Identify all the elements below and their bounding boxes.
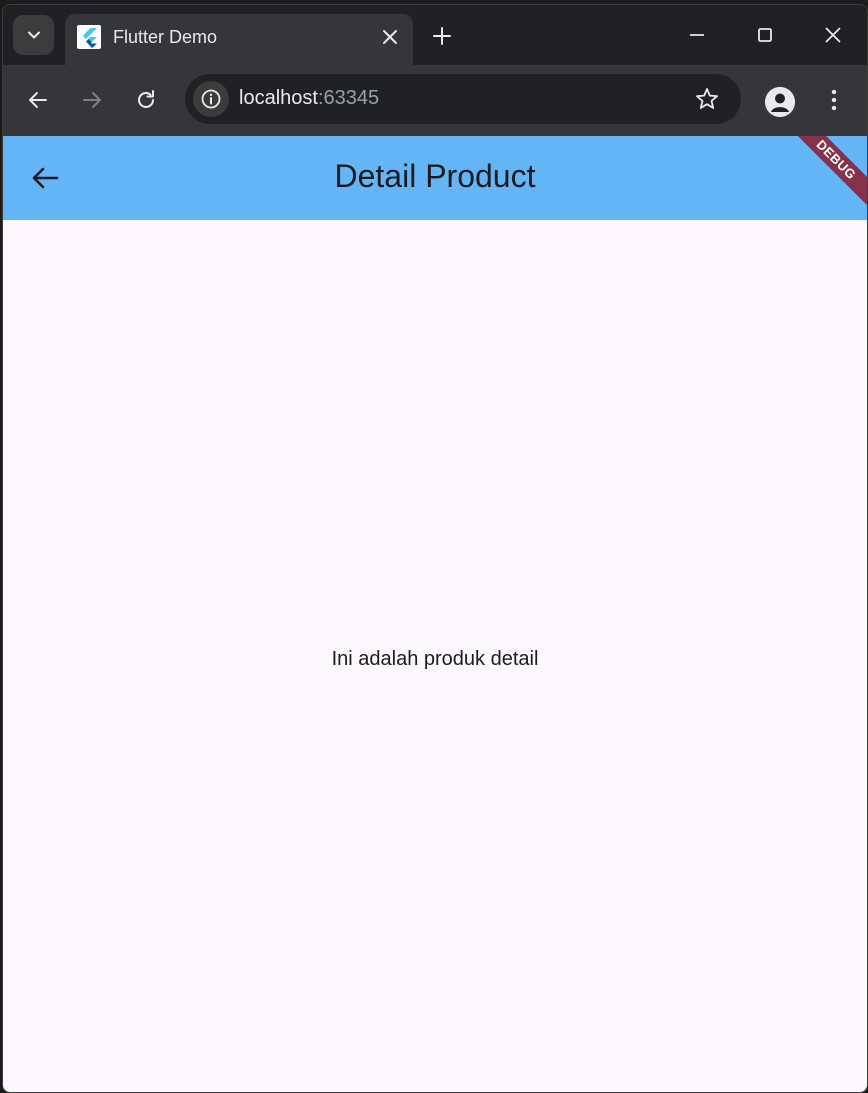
flutter-logo-icon — [77, 25, 101, 49]
avatar[interactable] — [765, 87, 795, 117]
arrow-left-icon[interactable] — [25, 87, 51, 113]
tab-flutter-demo[interactable]: Flutter Demo — [65, 14, 413, 65]
star-icon[interactable] — [694, 86, 720, 112]
tab-search-button[interactable] — [13, 15, 54, 55]
app-bar: Detail Product — [3, 136, 867, 220]
address-bar[interactable]: localhost:63345 — [185, 74, 741, 124]
chevron-down-icon — [27, 31, 40, 39]
arrow-right-icon[interactable] — [79, 87, 105, 113]
close-icon[interactable] — [821, 23, 845, 47]
url-port: :63345 — [317, 87, 380, 109]
url-host: localhost — [239, 87, 318, 109]
page-viewport: Detail Product DEBUG Ini adalah produk d… — [3, 136, 867, 1092]
site-info-button[interactable] — [193, 81, 229, 117]
tab-strip: Flutter Demo — [3, 5, 867, 65]
page-title: Detail Product — [334, 158, 536, 194]
minimize-icon[interactable] — [685, 23, 709, 47]
browser-toolbar: localhost:63345 — [3, 65, 867, 136]
body-text: Ini adalah produk detail — [331, 648, 539, 670]
avatar-icon — [765, 87, 795, 117]
tab-title: Flutter Demo — [113, 27, 218, 47]
browser-window: Flutter Demo localhost:63345 Detail Prod… — [2, 4, 868, 1093]
close-icon[interactable] — [379, 26, 401, 48]
more-vert-icon[interactable] — [829, 87, 839, 113]
reload-icon[interactable] — [133, 87, 159, 113]
url-text: localhost:63345 — [239, 87, 379, 110]
plus-icon[interactable] — [431, 25, 453, 47]
info-icon — [201, 89, 221, 109]
maximize-icon[interactable] — [753, 23, 777, 47]
